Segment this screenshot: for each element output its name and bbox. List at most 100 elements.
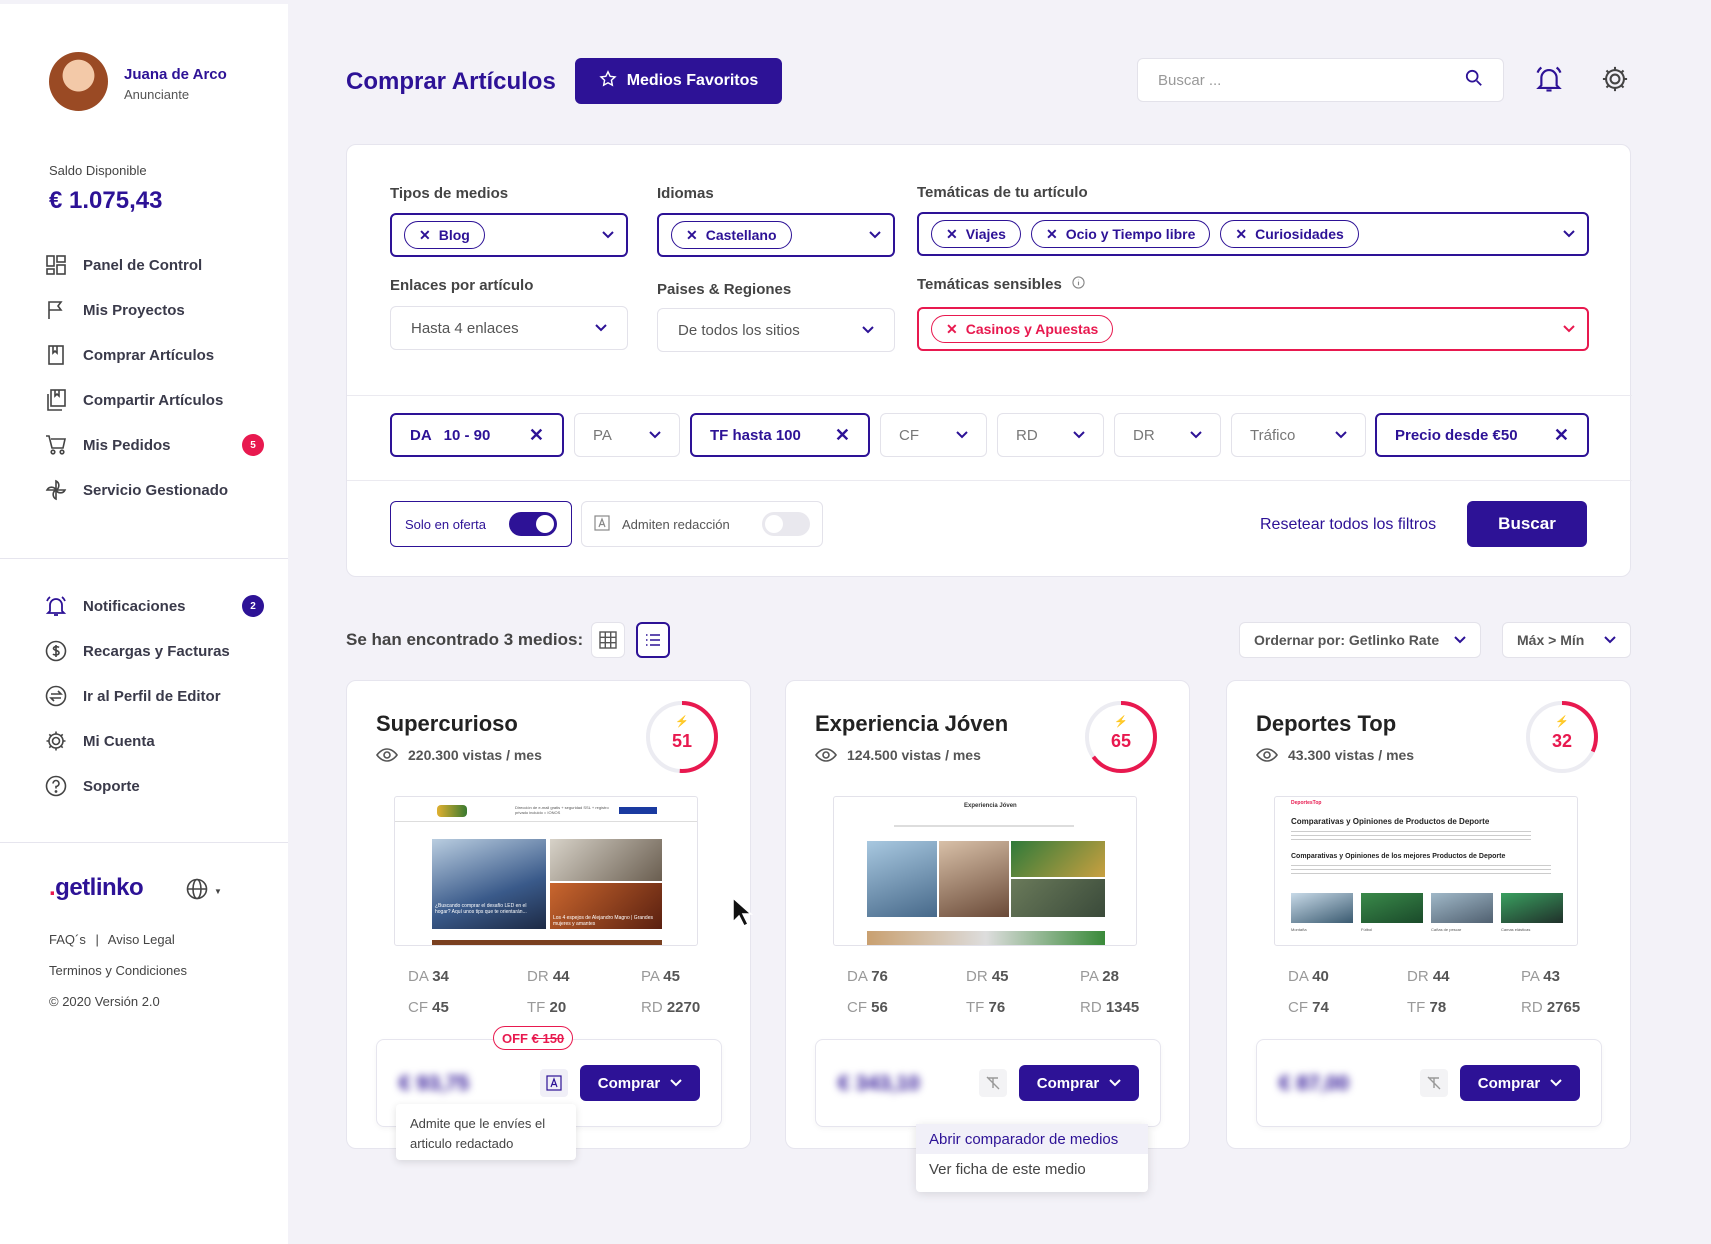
nav-mis-proyectos[interactable]: Mis Proyectos xyxy=(44,294,264,326)
footer-links: FAQ´s | Aviso Legal xyxy=(49,932,175,947)
writing-toggle[interactable]: Admiten redacción xyxy=(581,501,823,547)
page-title: Comprar Artículos xyxy=(346,68,556,95)
thumb-label: Cañas de pescar xyxy=(1431,927,1462,932)
media-card[interactable]: Experiencia Jóven 124.500 vistas / mes ⚡… xyxy=(785,680,1190,1149)
languages-select[interactable]: ✕ Castellano xyxy=(657,213,895,257)
filter-dr[interactable]: DR xyxy=(1114,413,1221,457)
close-icon[interactable]: ✕ xyxy=(419,227,431,244)
nav-label: Notificaciones xyxy=(83,597,186,615)
bell-icon xyxy=(44,594,68,618)
avatar[interactable] xyxy=(49,52,108,111)
user-name[interactable]: Juana de Arco xyxy=(124,66,227,83)
chevron-down-icon xyxy=(956,431,968,439)
metric-cf: CF 56 xyxy=(847,999,888,1016)
close-icon[interactable]: ✕ xyxy=(1554,425,1569,446)
filter-rd[interactable]: RD xyxy=(997,413,1104,457)
nav-mi-cuenta[interactable]: Mi Cuenta xyxy=(44,725,264,757)
list-view-button[interactable] xyxy=(636,622,670,658)
chevron-down-icon xyxy=(1335,431,1347,439)
metric-rd: RD 2270 xyxy=(641,999,701,1016)
legal-link[interactable]: Aviso Legal xyxy=(108,932,175,947)
media-name[interactable]: Supercurioso xyxy=(376,711,518,737)
media-name[interactable]: Deportes Top xyxy=(1256,711,1396,737)
metric-da: DA 40 xyxy=(1288,968,1329,985)
grid-view-button[interactable] xyxy=(591,622,625,658)
chip-blog[interactable]: ✕ Blog xyxy=(404,221,485,249)
chip-ocio[interactable]: ✕ Ocio y Tiempo libre xyxy=(1030,220,1211,248)
bell-icon[interactable] xyxy=(1535,64,1563,99)
countries-select[interactable]: De todos los sitios xyxy=(657,308,895,352)
buy-button[interactable]: Comprar xyxy=(580,1065,700,1101)
filter-tf[interactable]: TF hasta 100 ✕ xyxy=(690,413,870,457)
nav-panel-de-control[interactable]: Panel de Control xyxy=(44,249,264,281)
buy-dropdown-menu: Abrir comparador de medios Ver ficha de … xyxy=(916,1124,1148,1192)
nav-servicio-gestionado[interactable]: Servicio Gestionado xyxy=(44,474,264,506)
toggle-switch-on[interactable] xyxy=(509,512,557,536)
compare-media-option[interactable]: Abrir comparador de medios xyxy=(916,1124,1148,1154)
filter-traffic[interactable]: Tráfico xyxy=(1231,413,1366,457)
faq-link[interactable]: FAQ´s xyxy=(49,932,86,947)
media-name[interactable]: Experiencia Jóven xyxy=(815,711,1008,737)
site-thumbnail[interactable]: Dirección de e-mail gratis + seguridad S… xyxy=(394,796,698,946)
close-icon[interactable]: ✕ xyxy=(946,321,958,338)
close-icon[interactable]: ✕ xyxy=(686,227,698,244)
media-types-select[interactable]: ✕ Blog xyxy=(390,213,628,257)
filter-da[interactable]: DA 10 - 90 ✕ xyxy=(390,413,564,457)
search-icon[interactable] xyxy=(1465,69,1483,91)
info-icon[interactable] xyxy=(1072,276,1085,293)
getlinko-logo[interactable]: .getlinko xyxy=(49,874,144,902)
divider xyxy=(347,480,1632,481)
filter-price[interactable]: Precio desde €50 ✕ xyxy=(1375,413,1589,457)
site-thumbnail[interactable]: DeportesTop Comparativas y Opiniones de … xyxy=(1274,796,1578,946)
toggle-switch-off[interactable] xyxy=(762,512,810,536)
nav-soporte[interactable]: Soporte xyxy=(44,770,264,802)
nav-compartir-articulos[interactable]: Compartir Artículos xyxy=(44,384,264,416)
divider xyxy=(347,395,1632,396)
site-thumbnail[interactable]: Experiencia Jóven xyxy=(833,796,1137,946)
buy-button[interactable]: Comprar xyxy=(1019,1065,1139,1101)
buy-box: € 343,10 Comprar xyxy=(815,1039,1161,1127)
metric-tf: TF 76 xyxy=(966,999,1006,1016)
links-select[interactable]: Hasta 4 enlaces xyxy=(390,306,628,350)
nav-label: Soporte xyxy=(83,777,140,795)
view-media-option[interactable]: Ver ficha de este medio xyxy=(916,1154,1148,1184)
nav-comprar-articulos[interactable]: Comprar Artículos xyxy=(44,339,264,371)
chevron-down-icon xyxy=(862,326,874,334)
no-writing-icon[interactable] xyxy=(979,1069,1007,1097)
close-icon[interactable]: ✕ xyxy=(835,425,850,446)
chip-castellano[interactable]: ✕ Castellano xyxy=(671,221,792,249)
no-writing-icon[interactable] xyxy=(1420,1069,1448,1097)
only-offer-toggle[interactable]: Solo en oferta xyxy=(390,501,572,547)
search-input[interactable]: Buscar ... xyxy=(1137,58,1504,102)
nav-label: Ir al Perfil de Editor xyxy=(83,687,221,705)
sort-direction-select[interactable]: Máx > Mín xyxy=(1502,622,1631,658)
chip-casinos[interactable]: ✕ Casinos y Apuestas xyxy=(931,315,1114,343)
chip-curiosidades[interactable]: ✕ Curiosidades xyxy=(1220,220,1359,248)
writing-accepted-icon[interactable] xyxy=(540,1069,568,1097)
sensitive-select[interactable]: ✕ Casinos y Apuestas xyxy=(917,307,1589,351)
buy-button[interactable]: Comprar xyxy=(1460,1065,1580,1101)
close-icon[interactable]: ✕ xyxy=(1046,226,1058,243)
nav-perfil-editor[interactable]: Ir al Perfil de Editor xyxy=(44,680,264,712)
language-selector[interactable]: ▼ xyxy=(186,878,222,905)
close-icon[interactable]: ✕ xyxy=(529,425,544,446)
metric-pa: PA 45 xyxy=(641,968,680,985)
settings-gear-icon[interactable] xyxy=(1601,65,1629,98)
close-icon[interactable]: ✕ xyxy=(1235,226,1247,243)
close-icon[interactable]: ✕ xyxy=(946,226,958,243)
media-card[interactable]: Supercurioso 220.300 vistas / mes ⚡ 51 D… xyxy=(346,680,751,1149)
nav-recargas-facturas[interactable]: Recargas y Facturas xyxy=(44,635,264,667)
filter-cf[interactable]: CF xyxy=(880,413,987,457)
search-button[interactable]: Buscar xyxy=(1467,501,1587,547)
reset-filters-link[interactable]: Resetear todos los filtros xyxy=(1260,516,1436,534)
terms-link[interactable]: Terminos y Condiciones xyxy=(49,963,187,978)
media-card[interactable]: Deportes Top 43.300 vistas / mes ⚡ 32 De… xyxy=(1226,680,1631,1149)
chip-viajes[interactable]: ✕ Viajes xyxy=(931,220,1021,248)
sort-select[interactable]: Ordernar por: Getlinko Rate xyxy=(1239,622,1481,658)
divider xyxy=(0,842,288,843)
nav-mis-pedidos[interactable]: Mis Pedidos 5 xyxy=(44,429,264,461)
nav-notificaciones[interactable]: Notificaciones 2 xyxy=(44,590,264,622)
topics-select[interactable]: ✕ Viajes ✕ Ocio y Tiempo libre ✕ Curiosidad… xyxy=(917,212,1589,256)
favorites-button[interactable]: Medios Favoritos xyxy=(575,58,782,104)
filter-pa[interactable]: PA xyxy=(574,413,680,457)
